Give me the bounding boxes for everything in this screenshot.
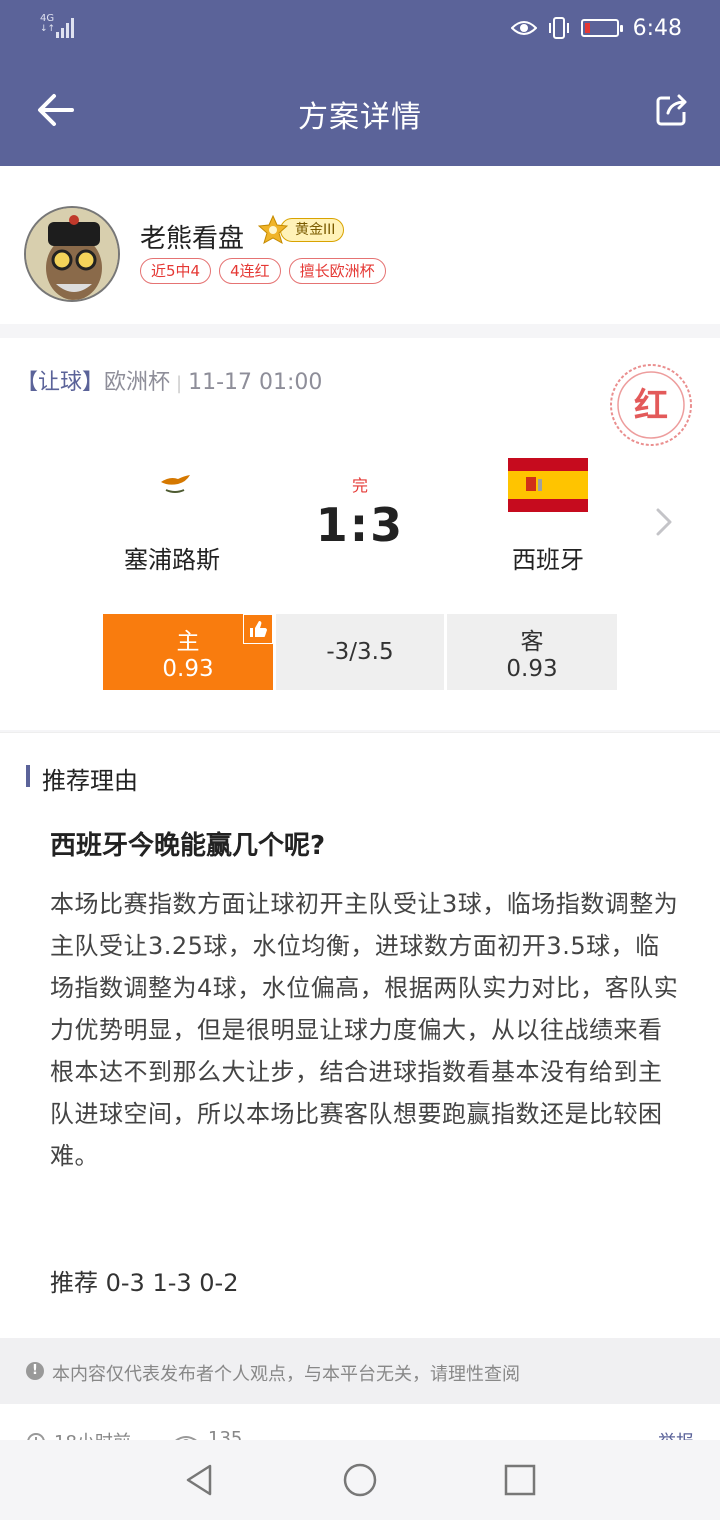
avatar[interactable] [24, 206, 120, 302]
report-link[interactable]: 举报 [658, 1428, 694, 1440]
away-team-name: 西班牙 [512, 546, 584, 574]
network-indicator: 4G ↓↑ [40, 13, 56, 35]
odds-away-option[interactable]: 客 0.93 [447, 614, 617, 690]
odds-away-label: 客 [520, 629, 544, 655]
thumbs-up-icon [243, 614, 273, 644]
odds-home-label: 主 [176, 629, 200, 655]
rank-badge: 黄金III [258, 215, 345, 245]
odds-home-value: 0.93 [162, 656, 214, 682]
vibrate-icon [548, 17, 569, 39]
odds-handicap-line: -3/3.5 [276, 614, 444, 690]
rank-label: 黄金III [280, 218, 345, 242]
eye-icon [510, 21, 537, 35]
nav-back-icon[interactable] [182, 1462, 218, 1498]
disclaimer-bar: ! 本内容仅代表发布者个人观点，与本平台无关，请理性查阅 [0, 1338, 720, 1404]
network-label: 4G [40, 13, 55, 24]
battery-icon [580, 19, 623, 37]
system-nav-bar [0, 1440, 720, 1520]
spain-flag-icon [508, 458, 588, 512]
match-status: 完 [351, 476, 368, 495]
analysis-body: 本场比赛指数方面让球初开主队受让3球，临场指数调整为主队受让3.25球，水位均衡… [50, 890, 679, 1170]
match-info: 【让球】欧洲杯 | 11-17 01:00 [16, 370, 323, 395]
rank-star-icon [258, 215, 288, 245]
reason-card: 推荐理由 西班牙今晚能赢几个呢? 本场比赛指数方面让球初开主队受让3球，临场指数… [0, 732, 720, 1338]
author-card[interactable]: 老熊看盘 黄金III 近5中4 4连红 擅长欧洲杯 [0, 166, 720, 324]
clock: 6:48 [632, 15, 682, 41]
tag-streak: 4连红 [219, 258, 281, 284]
odds-away-value: 0.93 [506, 656, 558, 682]
view-count: 135 [208, 1428, 243, 1440]
clock-icon [27, 1433, 45, 1440]
signal-icon [56, 16, 76, 38]
section-title: 推荐理由 [26, 761, 138, 796]
recommendation-text: 推荐 0-3 1-3 0-2 [50, 1269, 239, 1297]
bet-type: 【让球】 [16, 370, 105, 395]
stamp-text: 红 [634, 386, 668, 426]
post-meta: 18小时前 135 举报 [0, 1404, 720, 1440]
match-datetime: 11-17 01:00 [188, 370, 323, 395]
info-icon: ! [26, 1362, 44, 1380]
odds-home-option[interactable]: 主 0.93 [103, 614, 273, 690]
author-tags: 近5中4 4连红 擅长欧洲杯 [140, 258, 386, 284]
match-card: 【让球】欧洲杯 | 11-17 01:00 红 塞浦路斯 完 1:3 西班牙 主 0… [0, 338, 720, 730]
app-header: 4G ↓↑ 6:48 方案详情 [0, 0, 720, 166]
result-stamp: 红 [608, 362, 694, 448]
tag-record: 近5中4 [140, 258, 212, 284]
page-title: 方案详情 [298, 100, 422, 135]
tag-specialty: 擅长欧洲杯 [288, 258, 386, 284]
chevron-right-icon[interactable] [652, 504, 676, 540]
share-icon[interactable] [654, 92, 690, 128]
posted-time: 18小时前 [54, 1428, 131, 1440]
analysis-headline: 西班牙今晚能赢几个呢? [50, 831, 326, 861]
handicap-value: -3/3.5 [326, 639, 394, 665]
author-name: 老熊看盘 [140, 224, 245, 254]
disclaimer-text: 本内容仅代表发布者个人观点，与本平台无关，请理性查阅 [52, 1364, 520, 1385]
nav-recents-icon[interactable] [502, 1462, 538, 1498]
nav-home-icon[interactable] [342, 1462, 378, 1498]
status-bar: 4G ↓↑ 6:48 [0, 0, 720, 56]
navbar: 方案详情 [0, 56, 720, 166]
league-name: 欧洲杯 [104, 370, 171, 395]
